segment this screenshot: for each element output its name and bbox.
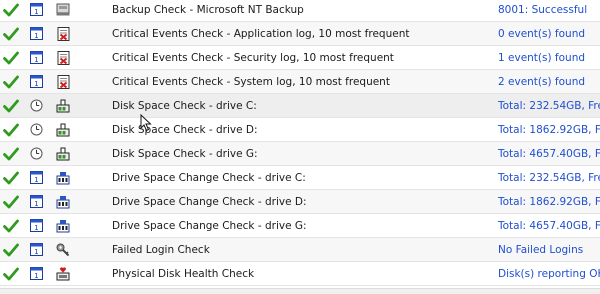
check-name: Disk Space Check - drive G: (112, 147, 258, 160)
checks-table: 1 Backup Check - Microsoft NT Backup 800… (0, 0, 600, 294)
disk-health-icon (54, 262, 72, 285)
clock-icon (28, 118, 44, 141)
drive-change-icon (54, 190, 72, 213)
svg-text:1: 1 (34, 176, 38, 184)
check-name: Critical Events Check - System log, 10 m… (112, 75, 390, 88)
svg-text:1: 1 (34, 32, 38, 40)
svg-text:1: 1 (34, 80, 38, 88)
check-icon (0, 262, 22, 285)
check-name: Drive Space Change Check - drive G: (112, 219, 307, 232)
backup-drive-icon (54, 0, 72, 21)
svg-text:1: 1 (34, 200, 38, 208)
check-result-link[interactable]: 1 event(s) found (498, 46, 600, 69)
calendar-icon: 1 (28, 22, 44, 45)
table-row[interactable]: 1 Backup Check - Microsoft NT Backup 800… (0, 0, 600, 22)
check-name: Disk Space Check - drive C: (112, 99, 257, 112)
svg-text:1: 1 (34, 224, 38, 232)
table-row[interactable]: 1 Failed Login Check No Failed Logins (0, 238, 600, 262)
svg-text:1: 1 (34, 248, 38, 256)
table-row[interactable]: Disk Space Check - drive D: Total: 1862.… (0, 118, 600, 142)
check-result-link[interactable]: Total: 4657.40GB, Free: (498, 142, 600, 165)
drive-change-icon (54, 166, 72, 189)
check-icon (0, 70, 22, 93)
calendar-icon: 1 (28, 262, 44, 285)
event-log-icon (54, 70, 72, 93)
check-icon (0, 0, 22, 21)
check-name: Critical Events Check - Security log, 10… (112, 51, 394, 64)
check-result-link[interactable]: No Failed Logins (498, 238, 600, 261)
check-result-link[interactable]: Disk(s) reporting OK (498, 262, 600, 285)
table-row[interactable]: 1 Critical Events Check - System log, 10… (0, 70, 600, 94)
check-result-link[interactable]: 8001: Successful (498, 0, 600, 21)
disk-space-icon (54, 118, 72, 141)
event-log-icon (54, 46, 72, 69)
check-icon (0, 142, 22, 165)
calendar-icon: 1 (28, 190, 44, 213)
check-name: Physical Disk Health Check (112, 267, 255, 280)
calendar-icon: 1 (28, 238, 44, 261)
check-result-link[interactable]: Total: 1862.92GB, Free: (498, 118, 600, 141)
table-row[interactable]: 1 Critical Events Check - Application lo… (0, 22, 600, 46)
check-result-link[interactable]: 2 event(s) found (498, 70, 600, 93)
check-icon (0, 22, 22, 45)
check-name: Disk Space Check - drive D: (112, 123, 258, 136)
disk-space-icon (54, 142, 72, 165)
table-row[interactable]: Disk Space Check - drive C: Total: 232.5… (0, 94, 600, 118)
check-result-link[interactable]: 0 event(s) found (498, 22, 600, 45)
key-icon (54, 238, 72, 261)
svg-text:1: 1 (34, 56, 38, 64)
table-row[interactable]: 1 Critical Events Check - Security log, … (0, 46, 600, 70)
check-icon (0, 214, 22, 237)
check-result-link[interactable]: Total: 232.54GB, Free: (498, 94, 600, 117)
drive-change-icon (54, 214, 72, 237)
clock-icon (28, 142, 44, 165)
calendar-icon: 1 (28, 166, 44, 189)
check-name: Drive Space Change Check - drive C: (112, 171, 306, 184)
table-row[interactable]: 1 Drive Space Change Check - drive D: To… (0, 190, 600, 214)
check-icon (0, 238, 22, 261)
check-icon (0, 166, 22, 189)
calendar-icon: 1 (28, 70, 44, 93)
clock-icon (28, 94, 44, 117)
check-icon (0, 190, 22, 213)
svg-text:1: 1 (34, 8, 38, 16)
check-icon (0, 46, 22, 69)
check-result-link[interactable]: Total: 232.54GB, Free: (498, 166, 600, 189)
table-row[interactable]: 1 Drive Space Change Check - drive C: To… (0, 166, 600, 190)
table-row[interactable]: Disk Space Check - drive G: Total: 4657.… (0, 142, 600, 166)
event-log-icon (54, 22, 72, 45)
disk-space-icon (54, 94, 72, 117)
check-icon (0, 94, 22, 117)
check-name: Drive Space Change Check - drive D: (112, 195, 307, 208)
check-name: Critical Events Check - Application log,… (112, 27, 410, 40)
calendar-icon: 1 (28, 0, 44, 21)
check-name: Backup Check - Microsoft NT Backup (112, 3, 304, 16)
check-result-link[interactable]: Total: 1862.92GB, Free: (498, 190, 600, 213)
check-name: Failed Login Check (112, 243, 210, 256)
check-icon (0, 118, 22, 141)
svg-text:1: 1 (34, 272, 38, 280)
next-row-partial (0, 288, 600, 294)
table-row[interactable]: 1 Physical Disk Health Check Disk(s) rep… (0, 262, 600, 286)
calendar-icon: 1 (28, 46, 44, 69)
mouse-cursor-icon (140, 113, 152, 135)
check-result-link[interactable]: Total: 4657.40GB, Free: (498, 214, 600, 237)
table-row[interactable]: 1 Drive Space Change Check - drive G: To… (0, 214, 600, 238)
calendar-icon: 1 (28, 214, 44, 237)
